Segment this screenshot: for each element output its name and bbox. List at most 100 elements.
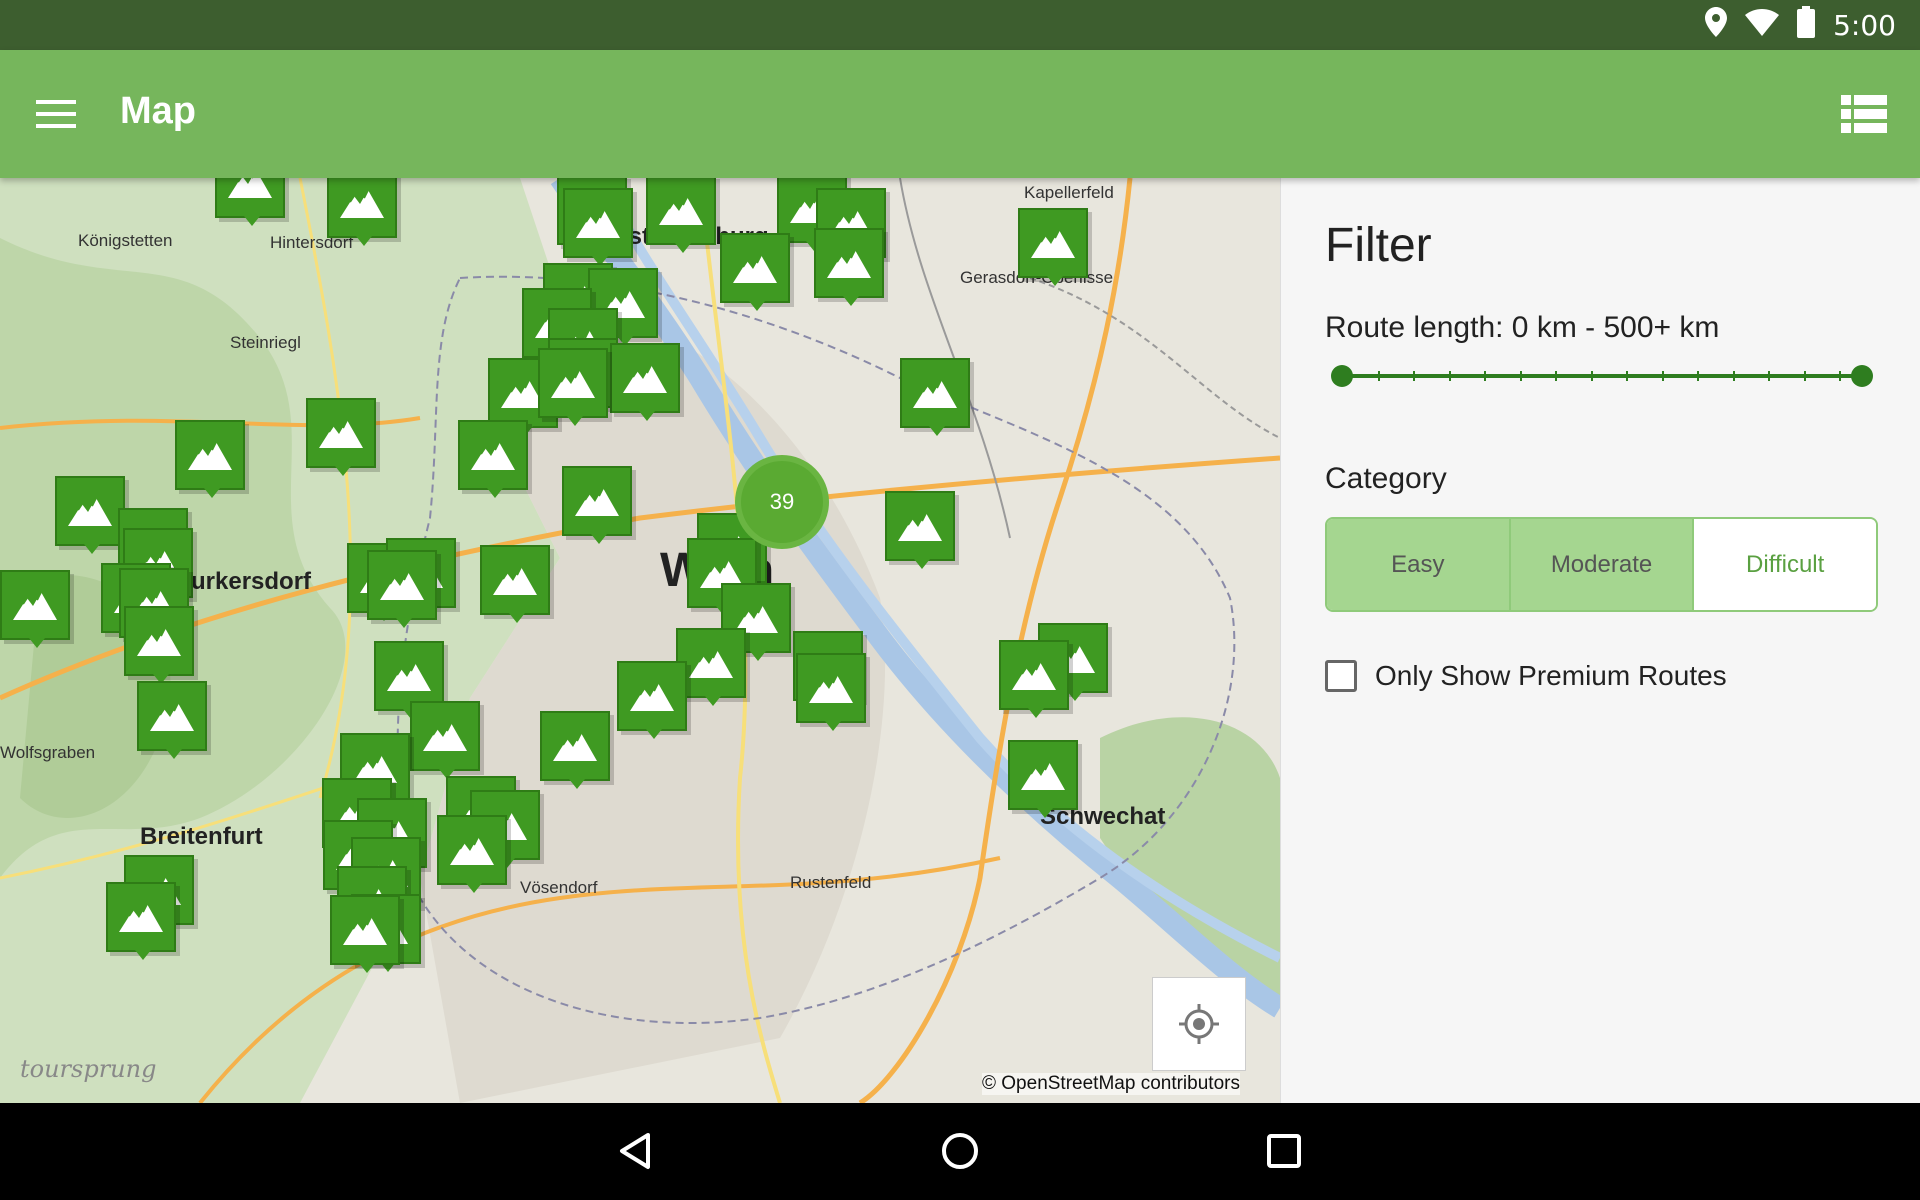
route-marker[interactable] (480, 545, 550, 623)
mountain-icon (630, 682, 674, 711)
slider-tick (1661, 371, 1664, 381)
route-marker[interactable] (137, 681, 207, 759)
slider-max-thumb[interactable] (1851, 365, 1873, 387)
route-marker[interactable] (796, 653, 866, 731)
slider-tick (1448, 371, 1451, 381)
list-view-icon (1841, 95, 1887, 133)
route-marker[interactable] (410, 701, 480, 779)
route-marker[interactable] (540, 711, 610, 789)
map-place-label: Steinriegl (230, 333, 301, 352)
route-marker[interactable] (306, 398, 376, 476)
home-button[interactable] (928, 1121, 992, 1181)
premium-checkbox[interactable] (1325, 660, 1357, 692)
wifi-icon (1745, 8, 1780, 43)
category-label: Category (1325, 462, 1447, 495)
mountain-icon (493, 566, 537, 595)
mountain-icon (119, 903, 163, 932)
locate-me-button[interactable] (1152, 977, 1246, 1071)
page-title: Map (120, 90, 196, 132)
mountain-icon (809, 674, 853, 703)
route-marker[interactable] (538, 348, 608, 426)
category-difficult-button[interactable]: Difficult (1692, 519, 1876, 610)
slider-tick (1555, 371, 1557, 381)
mountain-icon (137, 627, 181, 656)
route-marker[interactable] (720, 233, 790, 311)
mountain-icon (1031, 229, 1075, 258)
route-marker[interactable] (617, 661, 687, 739)
mountain-icon (423, 722, 467, 751)
mountain-icon (13, 591, 57, 620)
route-marker[interactable] (1008, 740, 1078, 818)
mountain-icon (150, 702, 194, 731)
route-marker[interactable] (124, 606, 194, 684)
slider-tick (1519, 371, 1522, 381)
route-marker[interactable] (610, 343, 680, 421)
map-place-label: Kapellerfeld (1024, 183, 1114, 202)
map-place-label: Wolfsgraben (0, 743, 96, 762)
status-time: 5:00 (1833, 8, 1896, 42)
slider-tick (1732, 371, 1735, 381)
route-marker[interactable] (327, 178, 397, 246)
premium-routes-toggle[interactable]: Only Show Premium Routes (1325, 660, 1727, 692)
filter-title: Filter (1325, 219, 1432, 272)
route-marker[interactable] (458, 420, 528, 498)
filter-panel: Filter Route length: 0 km - 500+ km Cate… (1280, 178, 1920, 1103)
mountain-icon (733, 254, 777, 283)
category-selector: Easy Moderate Difficult (1325, 517, 1878, 612)
mountain-icon (450, 836, 494, 865)
slider-tick (1413, 371, 1415, 381)
mountain-icon (188, 441, 232, 470)
mountain-icon (340, 189, 384, 218)
mountain-icon (623, 364, 667, 393)
route-marker[interactable] (367, 550, 437, 628)
back-button[interactable] (604, 1121, 668, 1181)
route-marker[interactable] (999, 640, 1069, 718)
menu-icon (36, 100, 76, 128)
mountain-icon (913, 379, 957, 408)
route-marker[interactable] (175, 420, 245, 498)
route-marker[interactable] (55, 476, 125, 554)
status-bar: 5:00 (0, 0, 1920, 50)
route-marker[interactable] (1018, 208, 1088, 286)
app-bar: Map (0, 50, 1920, 178)
mountain-icon (380, 571, 424, 600)
route-length-slider[interactable] (1331, 363, 1873, 389)
slider-tick (1590, 371, 1593, 381)
category-easy-button[interactable]: Easy (1327, 519, 1509, 610)
list-view-button[interactable] (1836, 87, 1892, 141)
slider-tick (1697, 371, 1699, 381)
category-moderate-button[interactable]: Moderate (1508, 519, 1693, 610)
map-attribution[interactable]: © OpenStreetMap contributors (982, 1073, 1240, 1095)
slider-tick (1839, 371, 1841, 381)
recents-button[interactable] (1252, 1121, 1316, 1181)
mountain-icon (553, 732, 597, 761)
slider-min-thumb[interactable] (1331, 365, 1353, 387)
route-marker[interactable] (437, 815, 507, 893)
route-marker[interactable] (0, 570, 70, 648)
route-marker[interactable] (330, 895, 400, 973)
mountain-icon (471, 441, 515, 470)
route-marker[interactable] (814, 228, 884, 306)
mountain-icon (228, 178, 272, 198)
brand-watermark: toursprung (20, 1055, 157, 1083)
mountain-icon (1021, 761, 1065, 790)
route-marker[interactable] (885, 491, 955, 569)
mountain-icon (576, 209, 620, 238)
route-marker[interactable] (106, 882, 176, 960)
location-icon (1705, 6, 1728, 44)
mountain-icon (575, 487, 619, 516)
route-marker[interactable] (900, 358, 970, 436)
map-place-label: Rustenfeld (790, 873, 872, 892)
home-icon (942, 1133, 978, 1169)
route-marker[interactable] (563, 188, 633, 266)
menu-button[interactable] (28, 87, 84, 141)
slider-track (1339, 374, 1865, 378)
route-marker[interactable] (562, 466, 632, 544)
route-cluster[interactable]: 39 (735, 455, 829, 549)
mountain-icon (659, 196, 703, 225)
mountain-icon (551, 369, 595, 398)
map-view[interactable]: KönigstettenHintersdorfKlosterneuburgKap… (0, 178, 1280, 1103)
cluster-count: 39 (769, 489, 795, 514)
route-marker[interactable] (646, 178, 716, 253)
route-marker[interactable] (215, 178, 285, 226)
